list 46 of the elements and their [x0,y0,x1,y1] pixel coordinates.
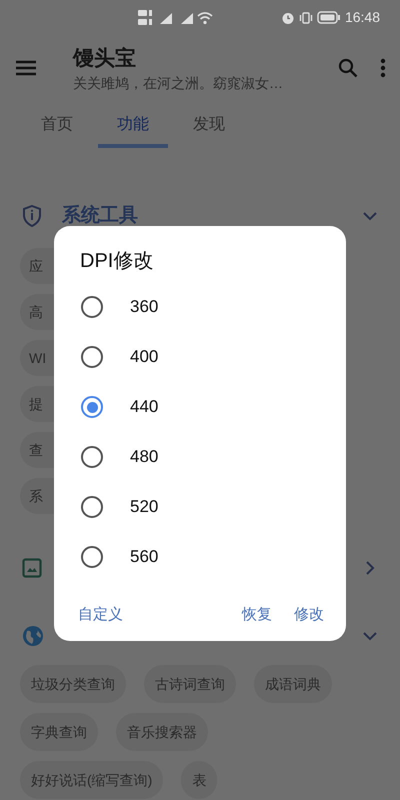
option-label[interactable]: 560 [130,544,158,570]
app-title: 馒头宝 [73,46,137,72]
chip[interactable]: 查 [20,432,54,468]
radio-button[interactable] [81,296,103,318]
more-button[interactable] [378,57,388,79]
battery-icon [316,11,341,24]
image-icon [22,558,42,578]
chip[interactable]: 系 [20,478,54,514]
tab[interactable]: 功能 [98,101,168,148]
option-label[interactable]: 360 [130,294,158,320]
dialog-title: DPI修改 [79,249,154,274]
shield-icon [22,205,42,227]
chip[interactable]: 古诗词查询 [144,665,236,703]
chip[interactable]: WI [20,340,54,376]
chip[interactable]: 应 [20,248,54,284]
option-label[interactable]: 400 [130,344,158,370]
wifi-icon [197,10,213,24]
sim-card-icon [138,10,152,25]
search-button[interactable] [336,56,360,80]
chip[interactable]: 音乐搜索器 [116,713,208,751]
alarm-icon [280,10,295,24]
radio-button[interactable] [81,346,103,368]
tab[interactable]: 发现 [174,101,244,148]
status-time: 16:48 [344,8,380,27]
chip[interactable]: 好好说话(缩写查询) [20,761,164,799]
dialog-button[interactable]: 恢复 [242,604,272,626]
radio-button[interactable] [81,546,103,568]
chip[interactable]: 成语词典 [254,665,332,703]
app-subtitle: 关关雎鸠，在河之洲。窈窕淑女… [73,74,284,93]
chip[interactable]: 垃圾分类查询 [20,665,126,703]
option-label[interactable]: 480 [130,444,158,470]
option-label[interactable]: 520 [130,494,158,520]
radio-button[interactable] [81,496,103,518]
dialog-button[interactable]: 修改 [294,604,324,626]
radio-button[interactable] [81,396,103,418]
option-label[interactable]: 440 [130,394,158,420]
section-title: 系统工具 [62,204,138,228]
chip[interactable]: 字典查询 [20,713,98,751]
chip[interactable]: 表 [181,761,218,799]
chip[interactable]: 提 [20,386,54,422]
globe-icon [22,625,44,647]
tab[interactable]: 首页 [22,101,92,148]
dialog-button[interactable]: 自定义 [78,604,123,626]
vibrate-icon [298,10,313,24]
radio-button[interactable] [81,446,103,468]
chip[interactable]: 高 [20,294,54,330]
